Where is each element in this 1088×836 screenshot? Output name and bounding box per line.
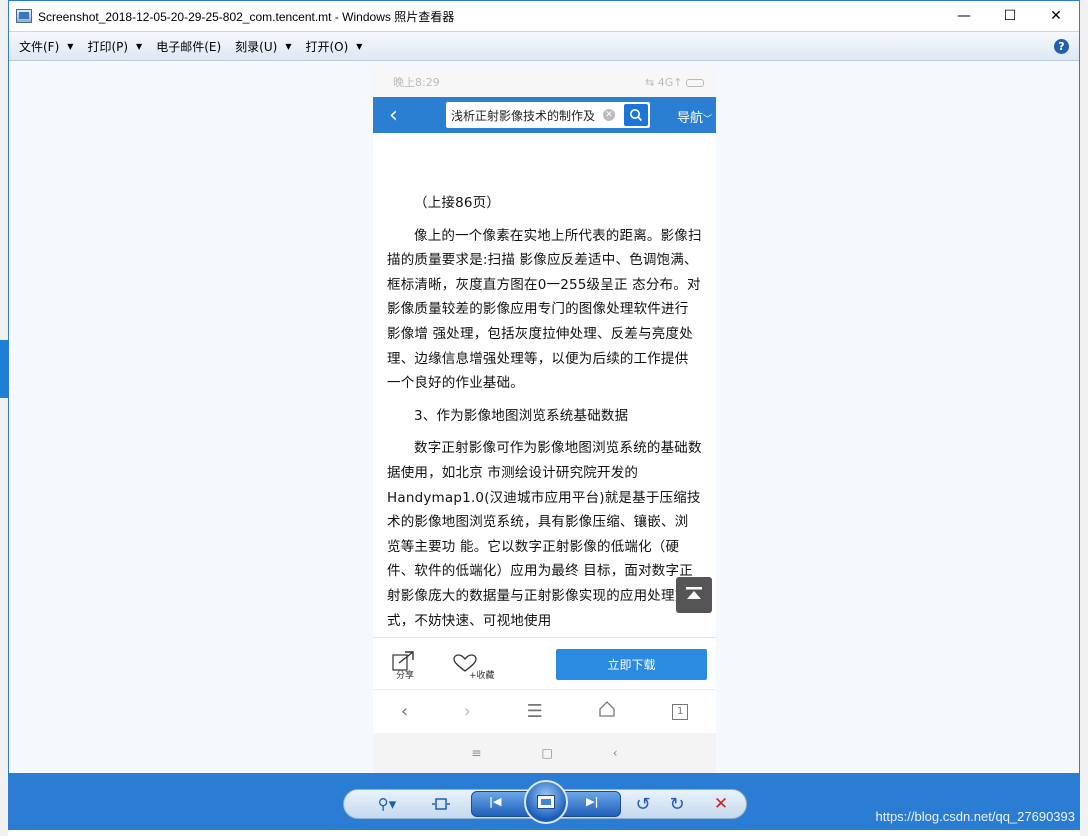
system-back-icon: ‹ [612,746,618,760]
chevron-down-icon: ▼ [356,41,363,51]
previous-icon[interactable]: |◀ [489,795,501,808]
share-label: 分享 [396,671,415,681]
phone-screenshot: 晚上8:29 ⇆ 4G↑ ‹ 浅析正射影像技术的制作及 ✕ 导航﹀ （上接86页… [373,67,716,773]
home-icon [598,700,616,723]
rotate-clockwise-icon[interactable]: ↻ [665,794,689,815]
menu-email[interactable]: 电子邮件(E) [156,38,221,55]
chevron-down-icon: ▼ [67,41,74,51]
window-title: Screenshot_2018-12-05-20-29-25-802_com.t… [38,9,455,24]
slideshow-icon [537,795,555,809]
menu-file[interactable]: 文件(F) ▼ [19,38,73,55]
browser-back-icon: ‹ [400,701,409,722]
chevron-down-icon: ▼ [136,41,143,51]
back-to-top-icon [676,577,712,613]
clear-icon: ✕ [603,109,615,121]
action-bar: 分享 +收藏 立即下载 [373,637,716,689]
desktop-background-right [1080,0,1088,836]
nav-menu-link: 导航﹀ [676,111,712,126]
back-arrow-icon: ‹ [389,102,398,128]
viewer-toolbar: ⚲▾ |◀ ▶| ↺ ↻ ✕ https://blog.csdn.net/qq_… [9,773,1079,830]
android-nav-bar: ≡ □ ‹ [373,733,716,773]
menu-bar: 文件(F) ▼ 打印(P) ▼ 电子邮件(E) 刻录(U) ▼ 打开(O) ▼ ? [9,31,1079,61]
window-controls: — ☐ ✕ [941,1,1079,31]
menu-open[interactable]: 打开(O) ▼ [305,38,362,55]
actual-size-icon[interactable] [429,794,453,814]
favorite-label: +收藏 [469,671,495,681]
tab-count-icon: 1 [672,703,689,720]
download-button: 立即下载 [556,649,707,680]
menu-print[interactable]: 打印(P) ▼ [87,38,142,55]
menu-icon: ☰ [526,701,543,722]
recent-apps-icon: ≡ [471,746,482,760]
article-paragraph: （上接86页） [414,195,501,211]
phone-nav-bar: ‹ 浅析正射影像技术的制作及 ✕ 导航﹀ [373,97,716,133]
photo-viewer-app-icon [16,9,32,23]
photo-viewer-window: Screenshot_2018-12-05-20-29-25-802_com.t… [8,0,1080,830]
minimize-button[interactable]: — [941,1,987,31]
battery-icon [686,78,704,87]
browser-toolbar: ‹ › ☰ 1 [373,689,716,733]
search-icon [624,104,648,126]
help-icon[interactable]: ? [1054,39,1069,54]
image-viewport[interactable]: 晚上8:29 ⇆ 4G↑ ‹ 浅析正射影像技术的制作及 ✕ 导航﹀ （上接86页… [9,61,1079,773]
zoom-icon[interactable]: ⚲▾ [371,794,403,814]
title-bar[interactable]: Screenshot_2018-12-05-20-29-25-802_com.t… [9,1,1079,31]
article-paragraph: 数字正射影像可作为影像地图浏览系统的基础数据使用，如北京 市测绘设计研究院开发的… [387,440,702,629]
chevron-down-icon: ﹀ [702,115,712,125]
rotate-counterclockwise-icon[interactable]: ↺ [631,794,655,815]
menu-burn[interactable]: 刻录(U) ▼ [235,38,291,55]
watermark: https://blog.csdn.net/qq_27690393 [875,809,1076,824]
article-body: （上接86页） 像上的一个像素在实地上所代表的距离。影像扫描的质量要求是:扫描 … [373,133,716,633]
article-paragraph: 像上的一个像素在实地上所代表的距离。影像扫描的质量要求是:扫描 影像应反差适中、… [387,227,702,392]
desktop-background-left [0,0,8,836]
browser-forward-icon: › [463,701,471,722]
maximize-button[interactable]: ☐ [987,1,1033,31]
home-square-icon: □ [541,746,553,760]
next-icon[interactable]: ▶| [586,795,598,808]
status-time: 晚上8:29 [393,76,440,89]
chevron-down-icon: ▼ [285,41,292,51]
search-input: 浅析正射影像技术的制作及 ✕ [446,102,650,128]
delete-icon[interactable]: ✕ [709,794,733,814]
slideshow-button[interactable] [524,780,568,824]
article-heading: 3、作为影像地图浏览系统基础数据 [414,407,629,424]
status-signal: ⇆ 4G↑ [645,76,704,89]
close-button[interactable]: ✕ [1033,1,1079,31]
phone-status-bar: 晚上8:29 ⇆ 4G↑ [373,67,716,97]
